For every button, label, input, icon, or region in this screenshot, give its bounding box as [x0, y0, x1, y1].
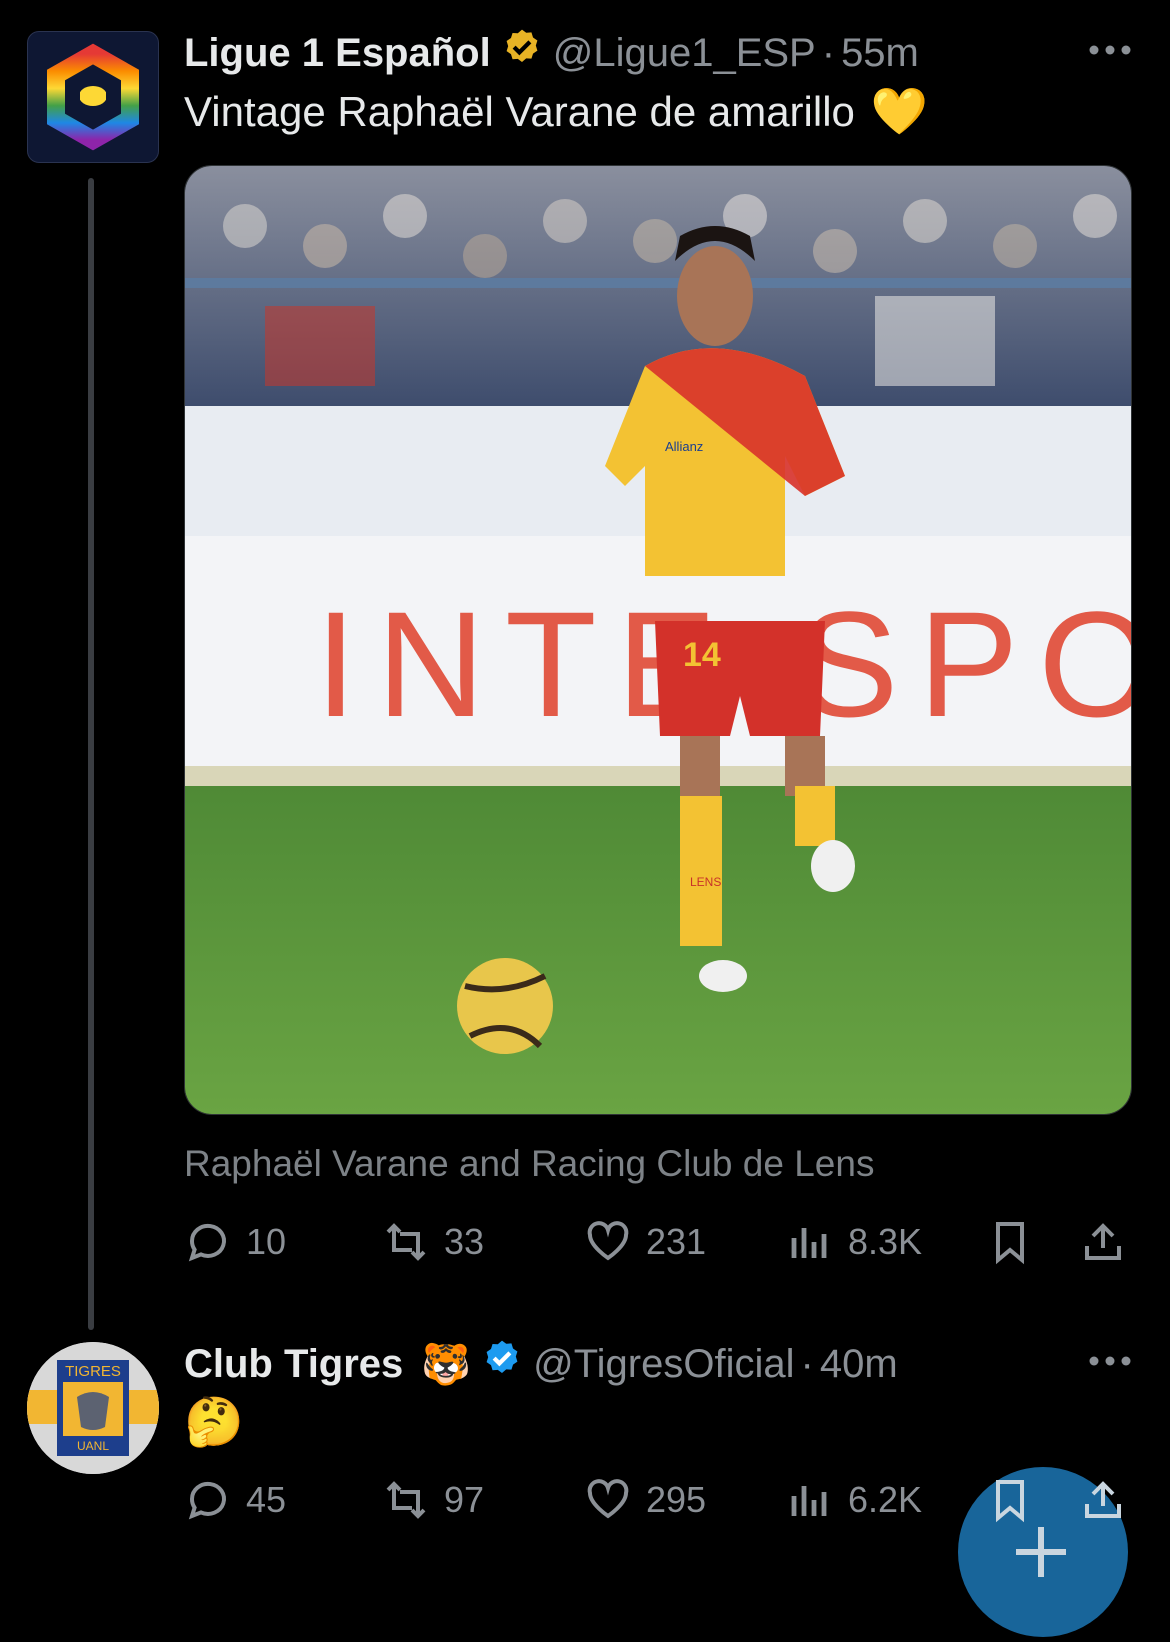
reply-count: 45	[246, 1479, 287, 1520]
share-icon	[1085, 1223, 1121, 1260]
retweet-count: 33	[444, 1221, 485, 1262]
reply-icon	[188, 1223, 226, 1262]
tweet-body: Vintage Raphaël Varane de amarillo	[184, 87, 855, 135]
avatar-club-tigres[interactable]: TIGRES UANL	[27, 1342, 159, 1474]
tiger-emoji: 🐯	[421, 1342, 472, 1387]
tigres-logo-bottom-text: UANL	[77, 1439, 109, 1453]
tweet-header: Ligue 1 Español @Ligue1_ESP · 55m	[184, 27, 919, 79]
retweet-icon	[386, 1223, 426, 1261]
views-icon	[791, 1486, 827, 1516]
bookmark-icon	[996, 1222, 1024, 1265]
like-icon	[587, 1479, 629, 1519]
author-name[interactable]: Club Tigres	[184, 1342, 403, 1387]
separator: ·	[821, 30, 836, 75]
thread-connector-line	[88, 178, 94, 1330]
views-button[interactable]: 8.3K	[786, 1212, 922, 1272]
author-name[interactable]: Ligue 1 Español	[184, 31, 491, 76]
bookmark-icon	[996, 1480, 1024, 1523]
like-count: 231	[646, 1221, 707, 1262]
thinking-emoji: 🤔	[184, 1396, 244, 1449]
reply-button[interactable]: 45	[184, 1470, 286, 1530]
media-caption[interactable]: Raphaël Varane and Racing Club de Lens	[184, 1143, 874, 1185]
tweet-header: Club Tigres 🐯 @TigresOficial · 40m	[184, 1338, 898, 1390]
tigres-logo: TIGRES UANL	[27, 1342, 159, 1474]
author-handle[interactable]: @TigresOficial	[533, 1342, 794, 1387]
reply-icon	[188, 1481, 226, 1520]
tweet-text: Vintage Raphaël Varane de amarillo 💛	[184, 84, 928, 139]
like-icon	[587, 1221, 629, 1261]
shirt-sponsor: Allianz	[665, 439, 703, 454]
verified-blue-icon	[481, 1338, 523, 1390]
retweet-count: 97	[444, 1479, 485, 1520]
more-icon[interactable]	[1086, 1351, 1134, 1371]
sock-text: LENS	[690, 875, 721, 889]
shirt-number: 14	[683, 636, 721, 674]
views-button[interactable]: 6.2K	[786, 1470, 922, 1530]
reply-button[interactable]: 10	[184, 1212, 286, 1272]
separator: ·	[800, 1341, 814, 1386]
bookmark-button[interactable]	[986, 1470, 1034, 1530]
tweet-text: 🤔	[184, 1393, 244, 1450]
bookmark-button[interactable]	[986, 1212, 1034, 1272]
share-button[interactable]	[1079, 1212, 1127, 1272]
like-count: 295	[646, 1479, 707, 1520]
verified-gold-icon	[501, 27, 543, 79]
tweet-actions-bar: 10 33 231 8.3K	[184, 1212, 1132, 1272]
reply-count: 10	[246, 1221, 287, 1262]
share-icon	[1085, 1481, 1121, 1518]
views-count: 8.3K	[848, 1221, 923, 1262]
tigres-logo-top-text: TIGRES	[65, 1363, 121, 1380]
photo-illustration: INTE SPO 14 Allianz LENS	[185, 166, 1131, 1114]
more-icon[interactable]	[1086, 40, 1134, 60]
share-button[interactable]	[1079, 1470, 1127, 1530]
avatar-ligue1-espanol[interactable]	[27, 31, 159, 163]
views-icon	[791, 1228, 827, 1258]
tweet-time[interactable]: 40m	[820, 1342, 898, 1387]
like-button[interactable]: 295	[584, 1470, 706, 1530]
author-handle[interactable]: @Ligue1_ESP	[553, 31, 816, 76]
views-count: 6.2K	[848, 1479, 923, 1520]
retweet-button[interactable]: 97	[382, 1470, 484, 1530]
ligue1-logo	[47, 43, 139, 151]
like-button[interactable]: 231	[584, 1212, 706, 1272]
tweet-time[interactable]: 55m	[841, 31, 919, 76]
yellow-heart-emoji: 💛	[870, 85, 929, 137]
tweet-media-photo[interactable]: INTE SPO 14 Allianz LENS	[184, 165, 1132, 1115]
retweet-button[interactable]: 33	[382, 1212, 484, 1272]
retweet-icon	[386, 1481, 426, 1519]
